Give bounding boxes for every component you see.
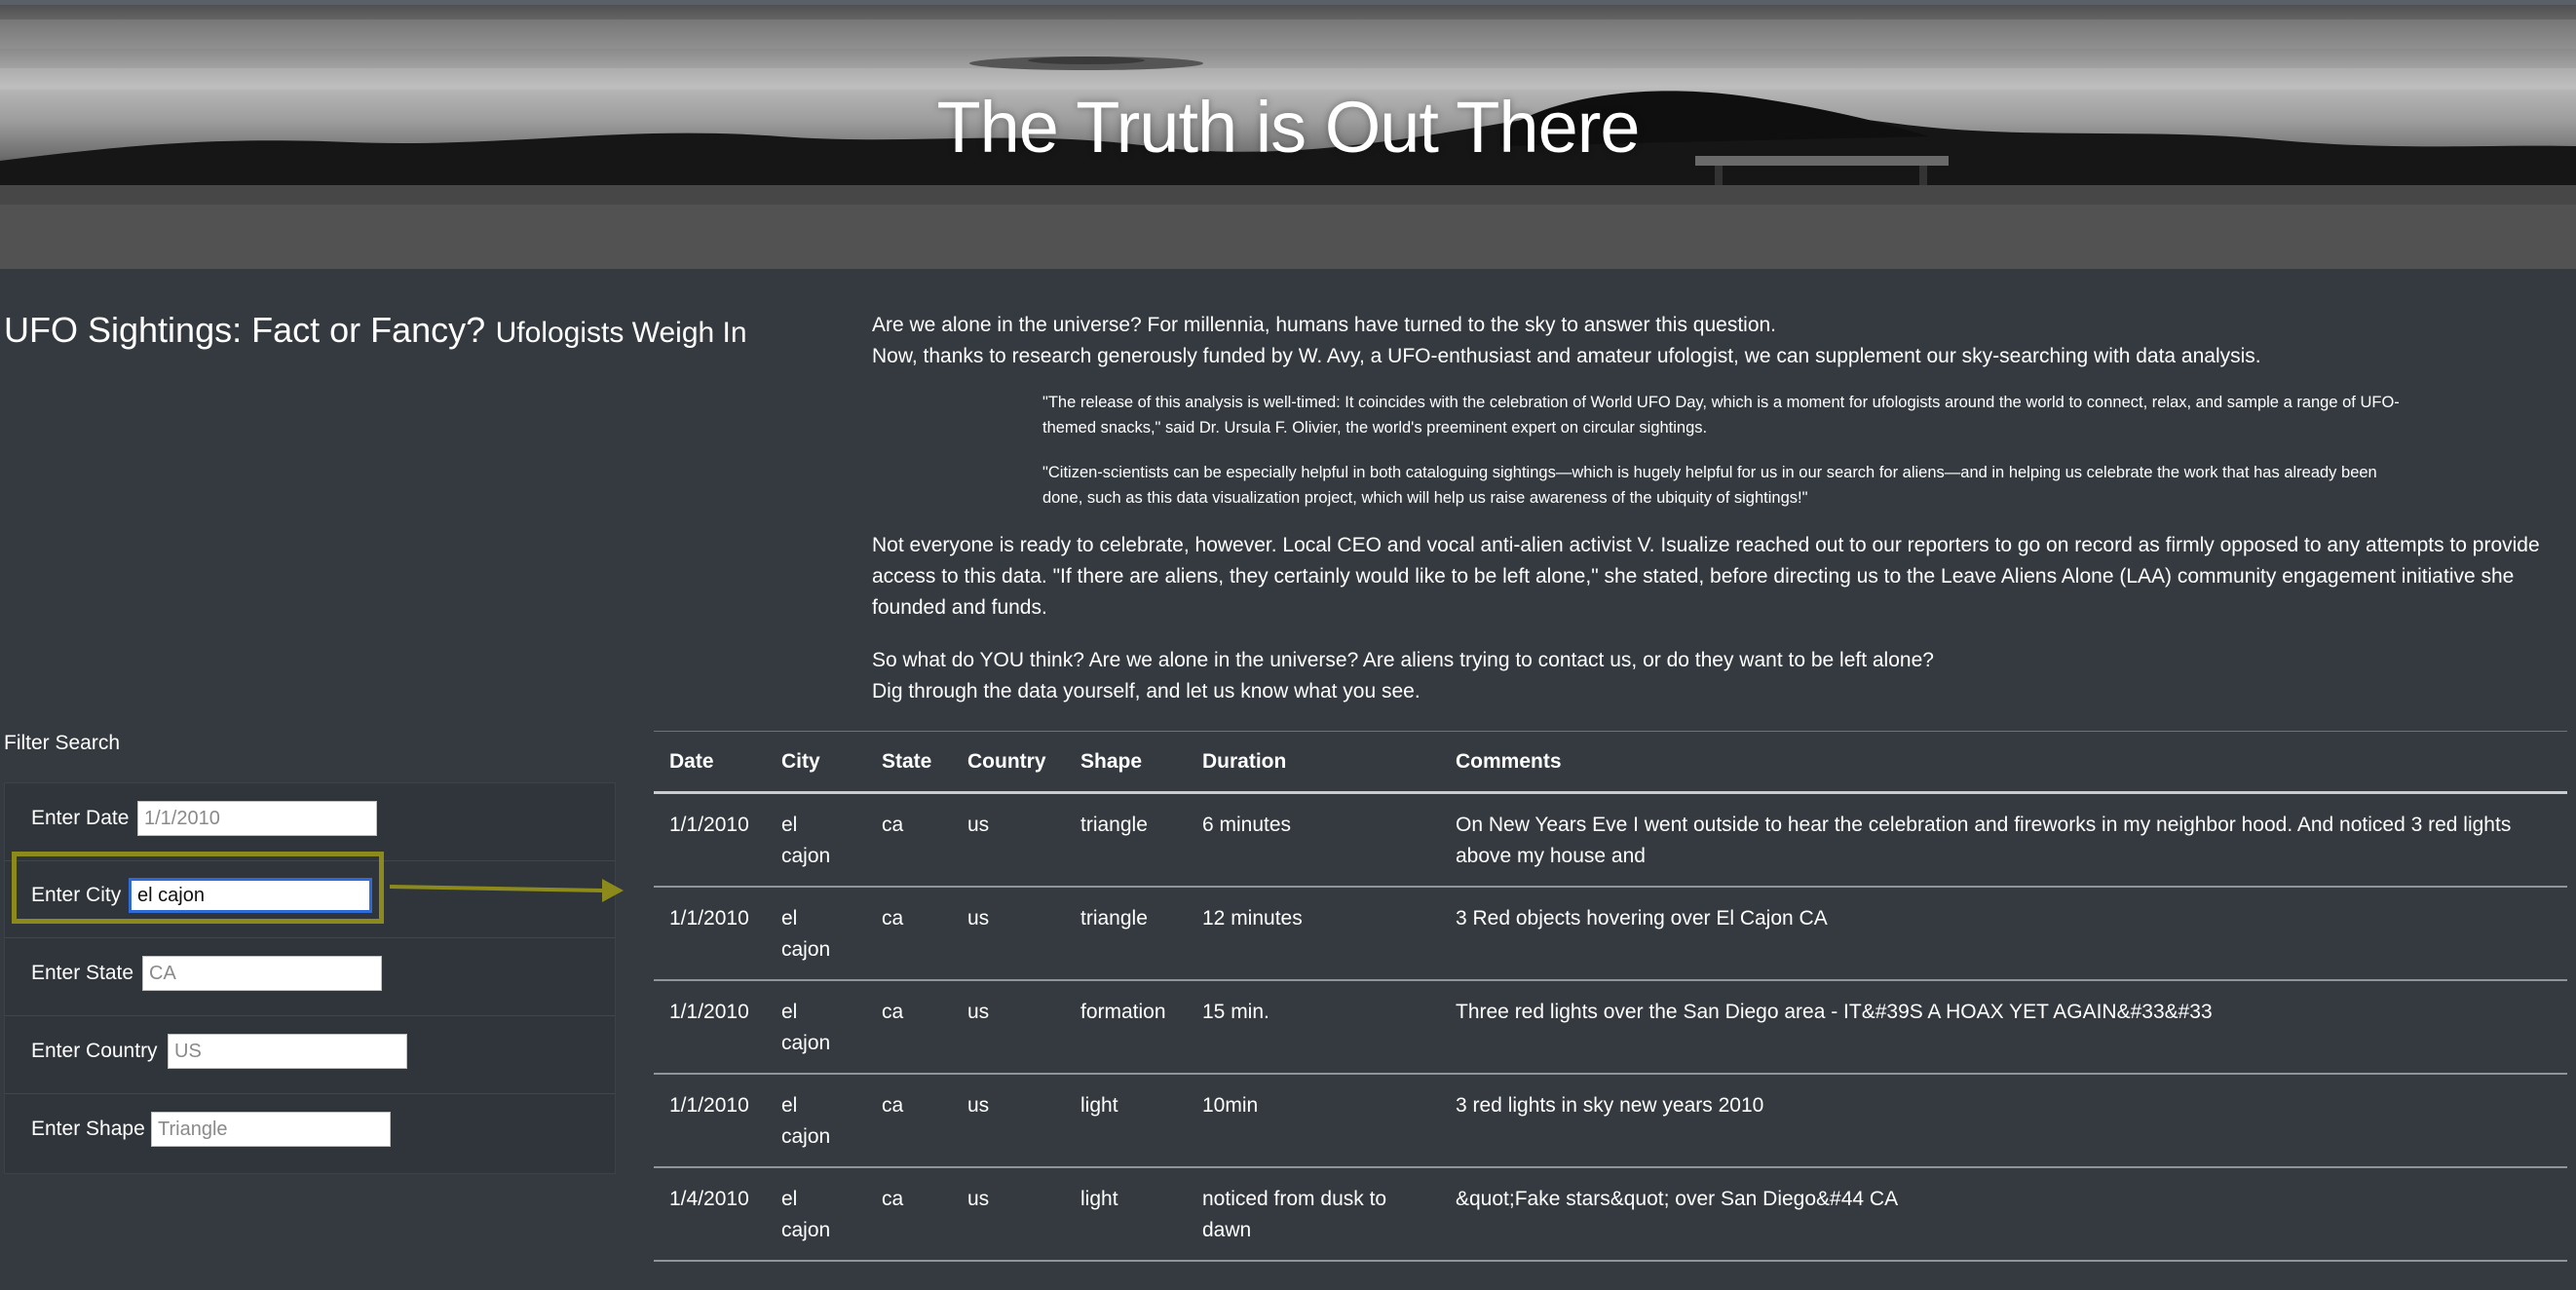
- state-filter-input[interactable]: [142, 956, 382, 991]
- cell-shape: light: [1065, 1167, 1187, 1262]
- article-call-to-action: Dig through the data yourself, and let u…: [872, 680, 1421, 702]
- column-header-city: City: [766, 731, 866, 794]
- cell-country: us: [952, 1074, 1065, 1168]
- column-header-state: State: [866, 731, 952, 794]
- cell-city: el cajon: [766, 1167, 866, 1262]
- table-row: 1/1/2010 el cajon ca us triangle 6 minut…: [654, 792, 2567, 888]
- article-quotes: "The release of this analysis is well-ti…: [1042, 390, 2402, 511]
- hero-title: The Truth is Out There: [936, 87, 1640, 168]
- article-paragraph-opposition: Not everyone is ready to celebrate, howe…: [872, 534, 2540, 619]
- cell-comments: Three red lights over the San Diego area…: [1440, 980, 2567, 1075]
- quote-olivier: "The release of this analysis is well-ti…: [1042, 394, 2400, 436]
- column-header-shape: Shape: [1065, 731, 1187, 794]
- cell-state: ca: [866, 887, 952, 981]
- cell-comments: &quot;Fake stars&quot; over San Diego&#4…: [1440, 1167, 2567, 1262]
- cell-duration: 10min: [1187, 1074, 1440, 1168]
- cell-shape: triangle: [1065, 792, 1187, 888]
- filter-row-shape: Enter Shape: [5, 1094, 615, 1171]
- cell-shape: formation: [1065, 980, 1187, 1075]
- cell-shape: triangle: [1065, 887, 1187, 981]
- cell-date: 1/1/2010: [654, 1074, 766, 1168]
- filter-search-title: Filter Search: [4, 732, 121, 754]
- cell-duration: noticed from dusk to dawn: [1187, 1167, 1440, 1262]
- shape-filter-input[interactable]: [151, 1112, 391, 1147]
- table-row: 1/1/2010 el cajon ca us formation 15 min…: [654, 980, 2567, 1075]
- cell-date: 1/1/2010: [654, 887, 766, 981]
- table-row: 1/1/2010 el cajon ca us light 10min 3 re…: [654, 1074, 2567, 1168]
- sightings-table: Date City State Country Shape Duration C…: [654, 731, 2567, 1262]
- column-header-date: Date: [654, 731, 766, 794]
- article-question: So what do YOU think? Are we alone in th…: [872, 649, 1934, 671]
- state-filter-label: Enter State: [31, 962, 134, 984]
- filter-row-state: Enter State: [5, 938, 615, 1016]
- column-header-country: Country: [952, 731, 1065, 794]
- cell-country: us: [952, 1167, 1065, 1262]
- cell-state: ca: [866, 1074, 952, 1168]
- cell-country: us: [952, 980, 1065, 1075]
- column-header-comments: Comments: [1440, 731, 2567, 794]
- table-header-row: Date City State Country Shape Duration C…: [654, 731, 2567, 794]
- table-row: 1/1/2010 el cajon ca us triangle 12 minu…: [654, 887, 2567, 981]
- article-body: Are we alone in the universe? For millen…: [872, 310, 2548, 707]
- city-filter-highlight: [12, 852, 384, 924]
- column-header-duration: Duration: [1187, 731, 1440, 794]
- cell-comments: On New Years Eve I went outside to hear …: [1440, 792, 2567, 888]
- date-filter-label: Enter Date: [31, 807, 130, 829]
- cell-city: el cajon: [766, 980, 866, 1075]
- cell-state: ca: [866, 1167, 952, 1262]
- page-title: UFO Sightings: Fact or Fancy? Ufologists…: [4, 310, 747, 351]
- cell-state: ca: [866, 980, 952, 1075]
- cell-duration: 15 min.: [1187, 980, 1440, 1075]
- sightings-table-wrapper: Date City State Country Shape Duration C…: [654, 731, 2567, 1262]
- shape-filter-label: Enter Shape: [31, 1118, 145, 1140]
- cell-date: 1/4/2010: [654, 1167, 766, 1262]
- country-filter-label: Enter Country: [31, 1040, 158, 1062]
- filter-row-country: Enter Country: [5, 1016, 615, 1094]
- page-subtitle: Ufologists Weigh In: [495, 317, 747, 349]
- article-intro-2: Now, thanks to research generously funde…: [872, 345, 2261, 367]
- cell-city: el cajon: [766, 887, 866, 981]
- cell-city: el cajon: [766, 792, 866, 888]
- hero-banner: The Truth is Out There: [0, 0, 2576, 269]
- filter-panel: Enter Date Enter City Enter State Enter …: [4, 782, 616, 1174]
- table-row: 1/4/2010 el cajon ca us light noticed fr…: [654, 1167, 2567, 1262]
- cell-date: 1/1/2010: [654, 980, 766, 1075]
- page-title-main: UFO Sightings: Fact or Fancy?: [4, 310, 486, 350]
- article-intro-1: Are we alone in the universe? For millen…: [872, 314, 1777, 336]
- cell-duration: 6 minutes: [1187, 792, 1440, 888]
- cell-country: us: [952, 887, 1065, 981]
- cell-city: el cajon: [766, 1074, 866, 1168]
- cell-duration: 12 minutes: [1187, 887, 1440, 981]
- cell-shape: light: [1065, 1074, 1187, 1168]
- cell-comments: 3 Red objects hovering over El Cajon CA: [1440, 887, 2567, 981]
- date-filter-input[interactable]: [137, 801, 377, 836]
- cell-date: 1/1/2010: [654, 792, 766, 888]
- cell-comments: 3 red lights in sky new years 2010: [1440, 1074, 2567, 1168]
- country-filter-input[interactable]: [168, 1034, 407, 1069]
- cell-country: us: [952, 792, 1065, 888]
- cell-state: ca: [866, 792, 952, 888]
- filter-row-date: Enter Date: [5, 783, 615, 861]
- quote-citizen-scientists: "Citizen-scientists can be especially he…: [1042, 464, 2377, 507]
